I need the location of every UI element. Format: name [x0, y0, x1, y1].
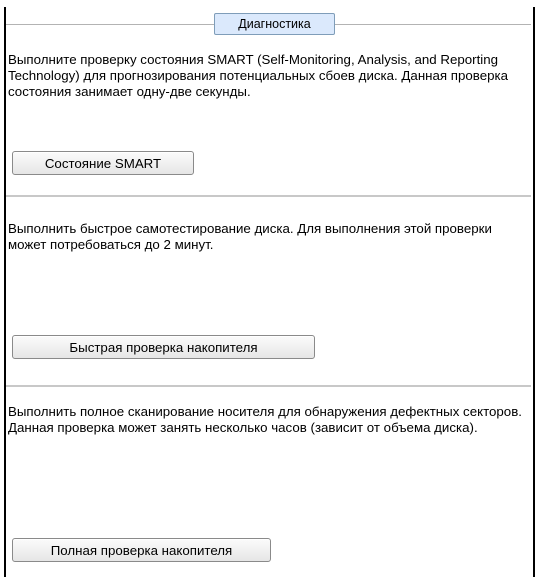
quick-test-button[interactable]: Быстрая проверка накопителя	[12, 335, 315, 359]
tab-diagnostics[interactable]: Диагностика	[214, 13, 335, 35]
section-divider	[6, 195, 531, 197]
full-scan-button[interactable]: Полная проверка накопителя	[12, 538, 271, 562]
section-divider	[6, 385, 531, 387]
smart-description: Выполните проверку состояния SMART (Self…	[8, 52, 508, 99]
full-scan-description: Выполнить полное сканирование носителя д…	[8, 404, 522, 435]
smart-status-button[interactable]: Состояние SMART	[12, 151, 194, 175]
quick-test-description: Выполнить быстрое самотестирование диска…	[8, 221, 492, 252]
